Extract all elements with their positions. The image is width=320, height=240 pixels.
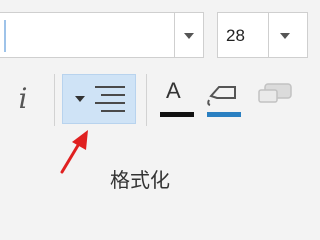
align-dropdown-button[interactable] (62, 74, 136, 124)
toolbar-separator (54, 74, 55, 126)
chevron-down-icon (280, 33, 290, 39)
shape-icon (258, 83, 292, 103)
italic-button[interactable]: i (8, 78, 38, 120)
format-group-label: 格式化 (110, 168, 170, 192)
toolbar-separator (146, 74, 147, 126)
fill-color-swatch (207, 112, 241, 117)
fill-color-button[interactable] (205, 78, 245, 122)
chevron-down-icon (75, 96, 85, 102)
font-color-swatch (160, 112, 194, 117)
font-size-dropdown-button[interactable] (268, 12, 308, 58)
font-size-value: 28 (226, 26, 245, 45)
font-name-dropdown-button[interactable] (174, 12, 204, 58)
italic-icon: i (18, 82, 28, 115)
chevron-down-icon (184, 33, 194, 39)
font-name-input[interactable] (0, 12, 176, 58)
font-color-icon: A (166, 78, 181, 103)
red-arrow-icon (60, 130, 88, 174)
shape-style-button[interactable] (255, 78, 300, 122)
text-cursor (4, 20, 6, 52)
fill-color-icon (207, 86, 236, 106)
font-color-button[interactable]: A (158, 78, 196, 122)
font-size-input[interactable]: 28 (217, 12, 273, 58)
